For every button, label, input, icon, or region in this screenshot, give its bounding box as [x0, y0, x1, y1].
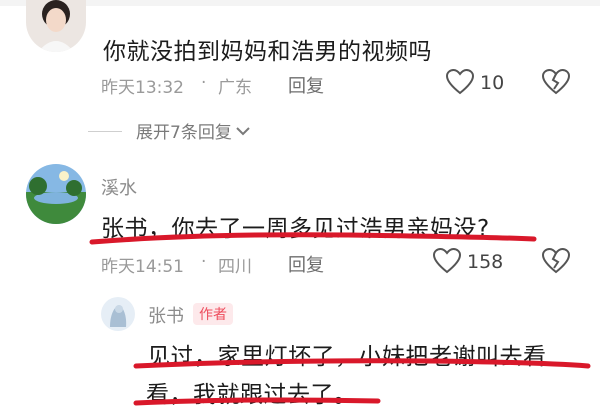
heart-outline-icon[interactable]	[433, 248, 461, 274]
comment-location: 四川	[218, 257, 252, 277]
comment-text: 你就没拍到妈妈和浩男的视频吗	[103, 39, 432, 65]
reply-button[interactable]: 回复	[288, 72, 324, 98]
author-badge-label: 作者	[199, 307, 227, 323]
red-underline-annotation	[89, 232, 537, 245]
meta-separator: ·	[201, 73, 207, 93]
avatar[interactable]	[26, 0, 86, 52]
author-badge: 作者	[193, 303, 233, 325]
like-count: 158	[467, 251, 504, 273]
like-count: 10	[480, 72, 505, 94]
comment-username[interactable]: 溪水	[101, 174, 137, 200]
top-cropped-strip	[0, 0, 600, 6]
reply-username[interactable]: 张书	[148, 302, 184, 328]
comment-time: 昨天14:51	[101, 257, 184, 277]
heart-outline-icon[interactable]	[446, 69, 474, 95]
broken-heart-outline-icon[interactable]	[542, 69, 570, 95]
meta-separator: ·	[201, 252, 207, 272]
red-underline-annotation	[133, 397, 381, 406]
expand-replies-button[interactable]: 展开7条回复	[136, 118, 250, 143]
comment-location: 广东	[218, 78, 252, 98]
broken-heart-outline-icon[interactable]	[542, 248, 570, 274]
reply-button[interactable]: 回复	[288, 251, 324, 277]
red-underline-annotation	[133, 358, 591, 369]
avatar[interactable]	[26, 164, 86, 224]
comment-time: 昨天13:32	[101, 78, 184, 98]
avatar[interactable]	[101, 297, 135, 331]
chevron-down-icon	[236, 126, 250, 136]
expand-divider	[88, 131, 122, 132]
expand-replies-label: 展开7条回复	[136, 123, 232, 143]
